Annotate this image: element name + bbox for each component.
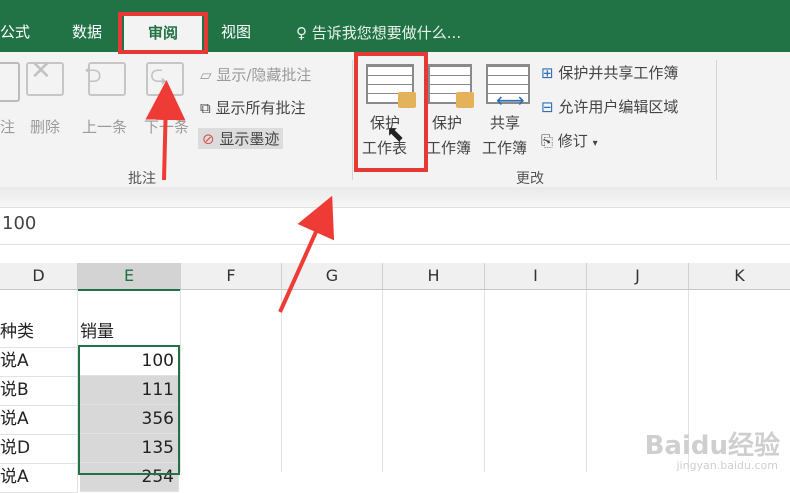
arrow-to-review-tab xyxy=(145,80,186,181)
annotation-arrows xyxy=(145,80,335,313)
watermark-url: jingyan.baidu.com xyxy=(676,459,778,472)
arrow-to-protect-sheet xyxy=(278,195,335,313)
watermark-logo: Baidu经验 xyxy=(644,431,780,461)
